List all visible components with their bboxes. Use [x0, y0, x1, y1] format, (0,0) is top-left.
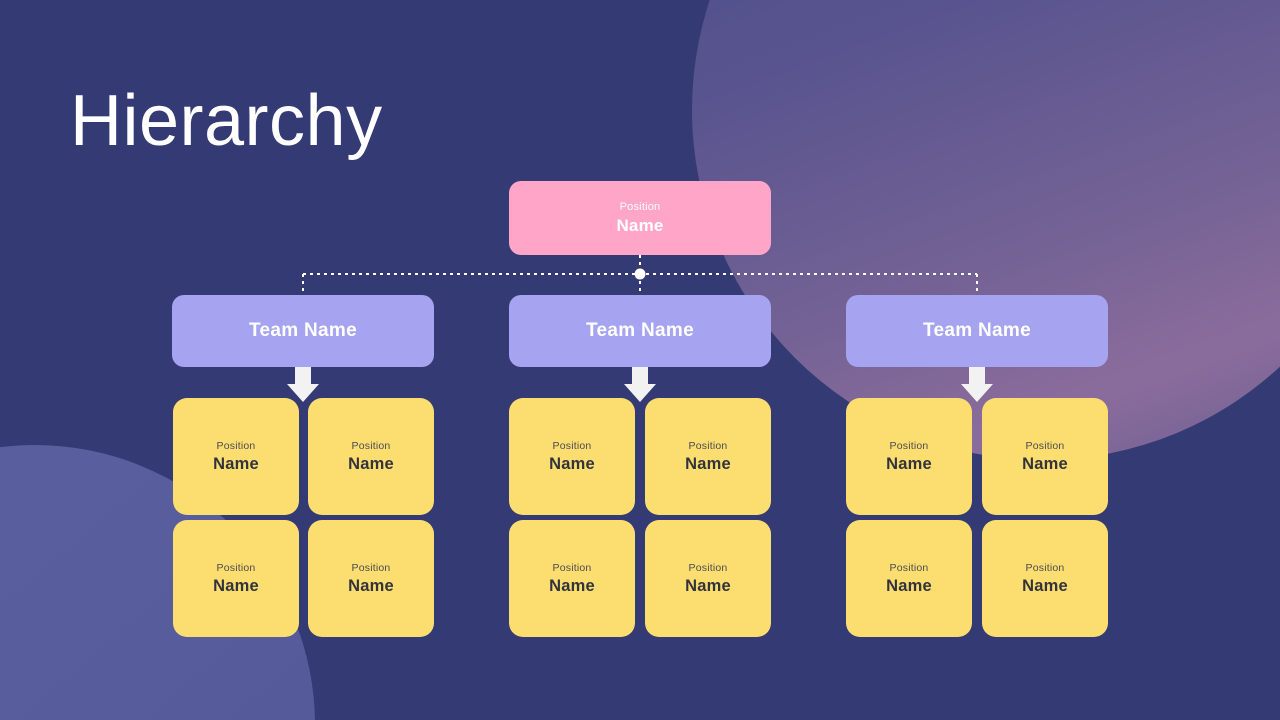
member-position-label: Position	[351, 561, 391, 574]
member-name-label: Name	[213, 454, 259, 473]
team-label-2: Team Name	[586, 320, 694, 341]
member-position-label: Position	[889, 561, 929, 574]
team-label-1: Team Name	[249, 320, 357, 341]
member-position-label: Position	[552, 439, 592, 452]
member-name-label: Name	[685, 454, 731, 473]
team-card-1[interactable]: Team Name	[172, 295, 434, 367]
team-card-2[interactable]: Team Name	[509, 295, 771, 367]
member-card-t1-m4[interactable]: Position Name	[308, 520, 434, 637]
member-position-label: Position	[216, 439, 256, 452]
root-name-label: Name	[616, 215, 664, 235]
member-position-label: Position	[688, 561, 728, 574]
down-arrow-icon-team-1	[287, 367, 319, 402]
member-name-label: Name	[1022, 576, 1068, 595]
team-card-3[interactable]: Team Name	[846, 295, 1108, 367]
page-title: Hierarchy	[70, 81, 383, 161]
root-node-card[interactable]: Position Name	[509, 181, 771, 255]
down-arrow-icon-team-2	[624, 367, 656, 402]
member-card-t2-m2[interactable]: Position Name	[645, 398, 771, 515]
member-position-label: Position	[688, 439, 728, 452]
member-card-t3-m2[interactable]: Position Name	[982, 398, 1108, 515]
connector-junction-dot	[634, 268, 646, 280]
member-card-t2-m3[interactable]: Position Name	[509, 520, 635, 637]
member-position-label: Position	[889, 439, 929, 452]
member-position-label: Position	[1025, 439, 1065, 452]
root-position-label: Position	[619, 200, 661, 213]
member-position-label: Position	[216, 561, 256, 574]
member-position-label: Position	[552, 561, 592, 574]
team-label-3: Team Name	[923, 320, 1031, 341]
member-name-label: Name	[348, 576, 394, 595]
slide-canvas: Hierarchy Position Name Team Name Team N…	[0, 0, 1280, 720]
member-card-t1-m3[interactable]: Position Name	[173, 520, 299, 637]
member-position-label: Position	[1025, 561, 1065, 574]
member-name-label: Name	[886, 454, 932, 473]
member-name-label: Name	[213, 576, 259, 595]
member-card-t3-m1[interactable]: Position Name	[846, 398, 972, 515]
member-name-label: Name	[685, 576, 731, 595]
member-name-label: Name	[886, 576, 932, 595]
member-name-label: Name	[348, 454, 394, 473]
member-name-label: Name	[1022, 454, 1068, 473]
member-card-t3-m4[interactable]: Position Name	[982, 520, 1108, 637]
member-card-t3-m3[interactable]: Position Name	[846, 520, 972, 637]
member-name-label: Name	[549, 576, 595, 595]
member-name-label: Name	[549, 454, 595, 473]
member-card-t1-m2[interactable]: Position Name	[308, 398, 434, 515]
decorative-circle-top-right	[692, 0, 1280, 460]
member-card-t1-m1[interactable]: Position Name	[173, 398, 299, 515]
member-card-t2-m1[interactable]: Position Name	[509, 398, 635, 515]
member-card-t2-m4[interactable]: Position Name	[645, 520, 771, 637]
member-position-label: Position	[351, 439, 391, 452]
